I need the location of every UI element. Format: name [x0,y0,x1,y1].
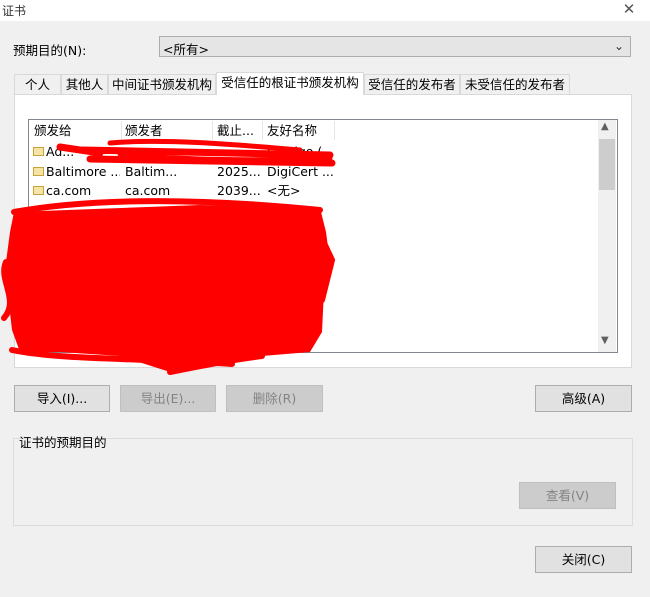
row-3-friendly-name[interactable]: <无> [267,181,333,200]
row-1-issuer[interactable] [125,142,211,161]
row-1-expiration[interactable] [217,142,261,161]
view-button[interactable]: 查看(V) [519,482,616,509]
row-2-expiration[interactable]: 2025... [217,162,261,181]
advanced-button[interactable]: 高级(A) [535,385,632,412]
tab-untrusted-publishers[interactable]: 未受信任的发布者 [460,74,570,94]
chevron-down-icon[interactable]: ▼ [601,335,609,346]
row-2-issued-to[interactable]: Baltimore ... [46,162,120,181]
tab-personal[interactable]: 个人 [14,74,61,94]
column-divider[interactable] [212,121,213,140]
export-button[interactable]: 导出(E)... [120,385,216,412]
certificate-icon [33,186,44,195]
row-2-friendly-name[interactable]: DigiCert ... [267,162,333,181]
row-2-issuer[interactable]: Baltim... [125,162,211,181]
column-header-expiration[interactable]: 截止... [217,121,261,140]
remove-button[interactable]: 删除(R) [226,385,323,412]
column-divider[interactable] [121,121,122,140]
chevron-up-icon[interactable]: ▲ [601,121,609,132]
certificate-icon [33,167,44,176]
purpose-dropdown[interactable] [159,36,631,57]
purpose-label: 预期目的(N): [13,43,87,58]
row-3-issued-to[interactable]: ca.com [46,181,120,200]
import-button[interactable]: 导入(I)... [14,385,110,412]
tab-trusted-root-ca[interactable]: 受信任的根证书颁发机构 [216,72,364,95]
row-1-issued-to[interactable]: Ad... [46,142,120,161]
tab-trusted-publishers[interactable]: 受信任的发布者 [364,74,460,94]
tab-intermediate-ca[interactable]: 中间证书颁发机构 [108,74,216,94]
certificate-icon [33,147,44,156]
title-bar [0,0,650,21]
row-1-friendly-name[interactable]: Sectigo (... [267,142,333,161]
column-divider[interactable] [262,121,263,140]
close-button[interactable]: 关闭(C) [535,546,632,573]
close-icon[interactable]: ✕ [620,0,638,18]
column-divider[interactable] [334,121,335,140]
tab-other-people[interactable]: 其他人 [61,74,108,94]
column-header-issuer[interactable]: 颁发者 [125,121,213,140]
column-header-friendly-name[interactable]: 友好名称 [267,121,333,140]
row-3-expiration[interactable]: 2039... [217,181,261,200]
column-header-issued-to[interactable]: 颁发给 [34,121,120,140]
chevron-down-icon[interactable]: ⌄ [614,39,624,53]
row-3-issuer[interactable]: ca.com [125,181,211,200]
intended-purposes-label: 证书的预期目的 [19,435,107,450]
scrollbar-thumb[interactable] [599,139,615,190]
window-title: 证书 [2,4,27,18]
purpose-dropdown-value: <所有> [163,42,209,57]
